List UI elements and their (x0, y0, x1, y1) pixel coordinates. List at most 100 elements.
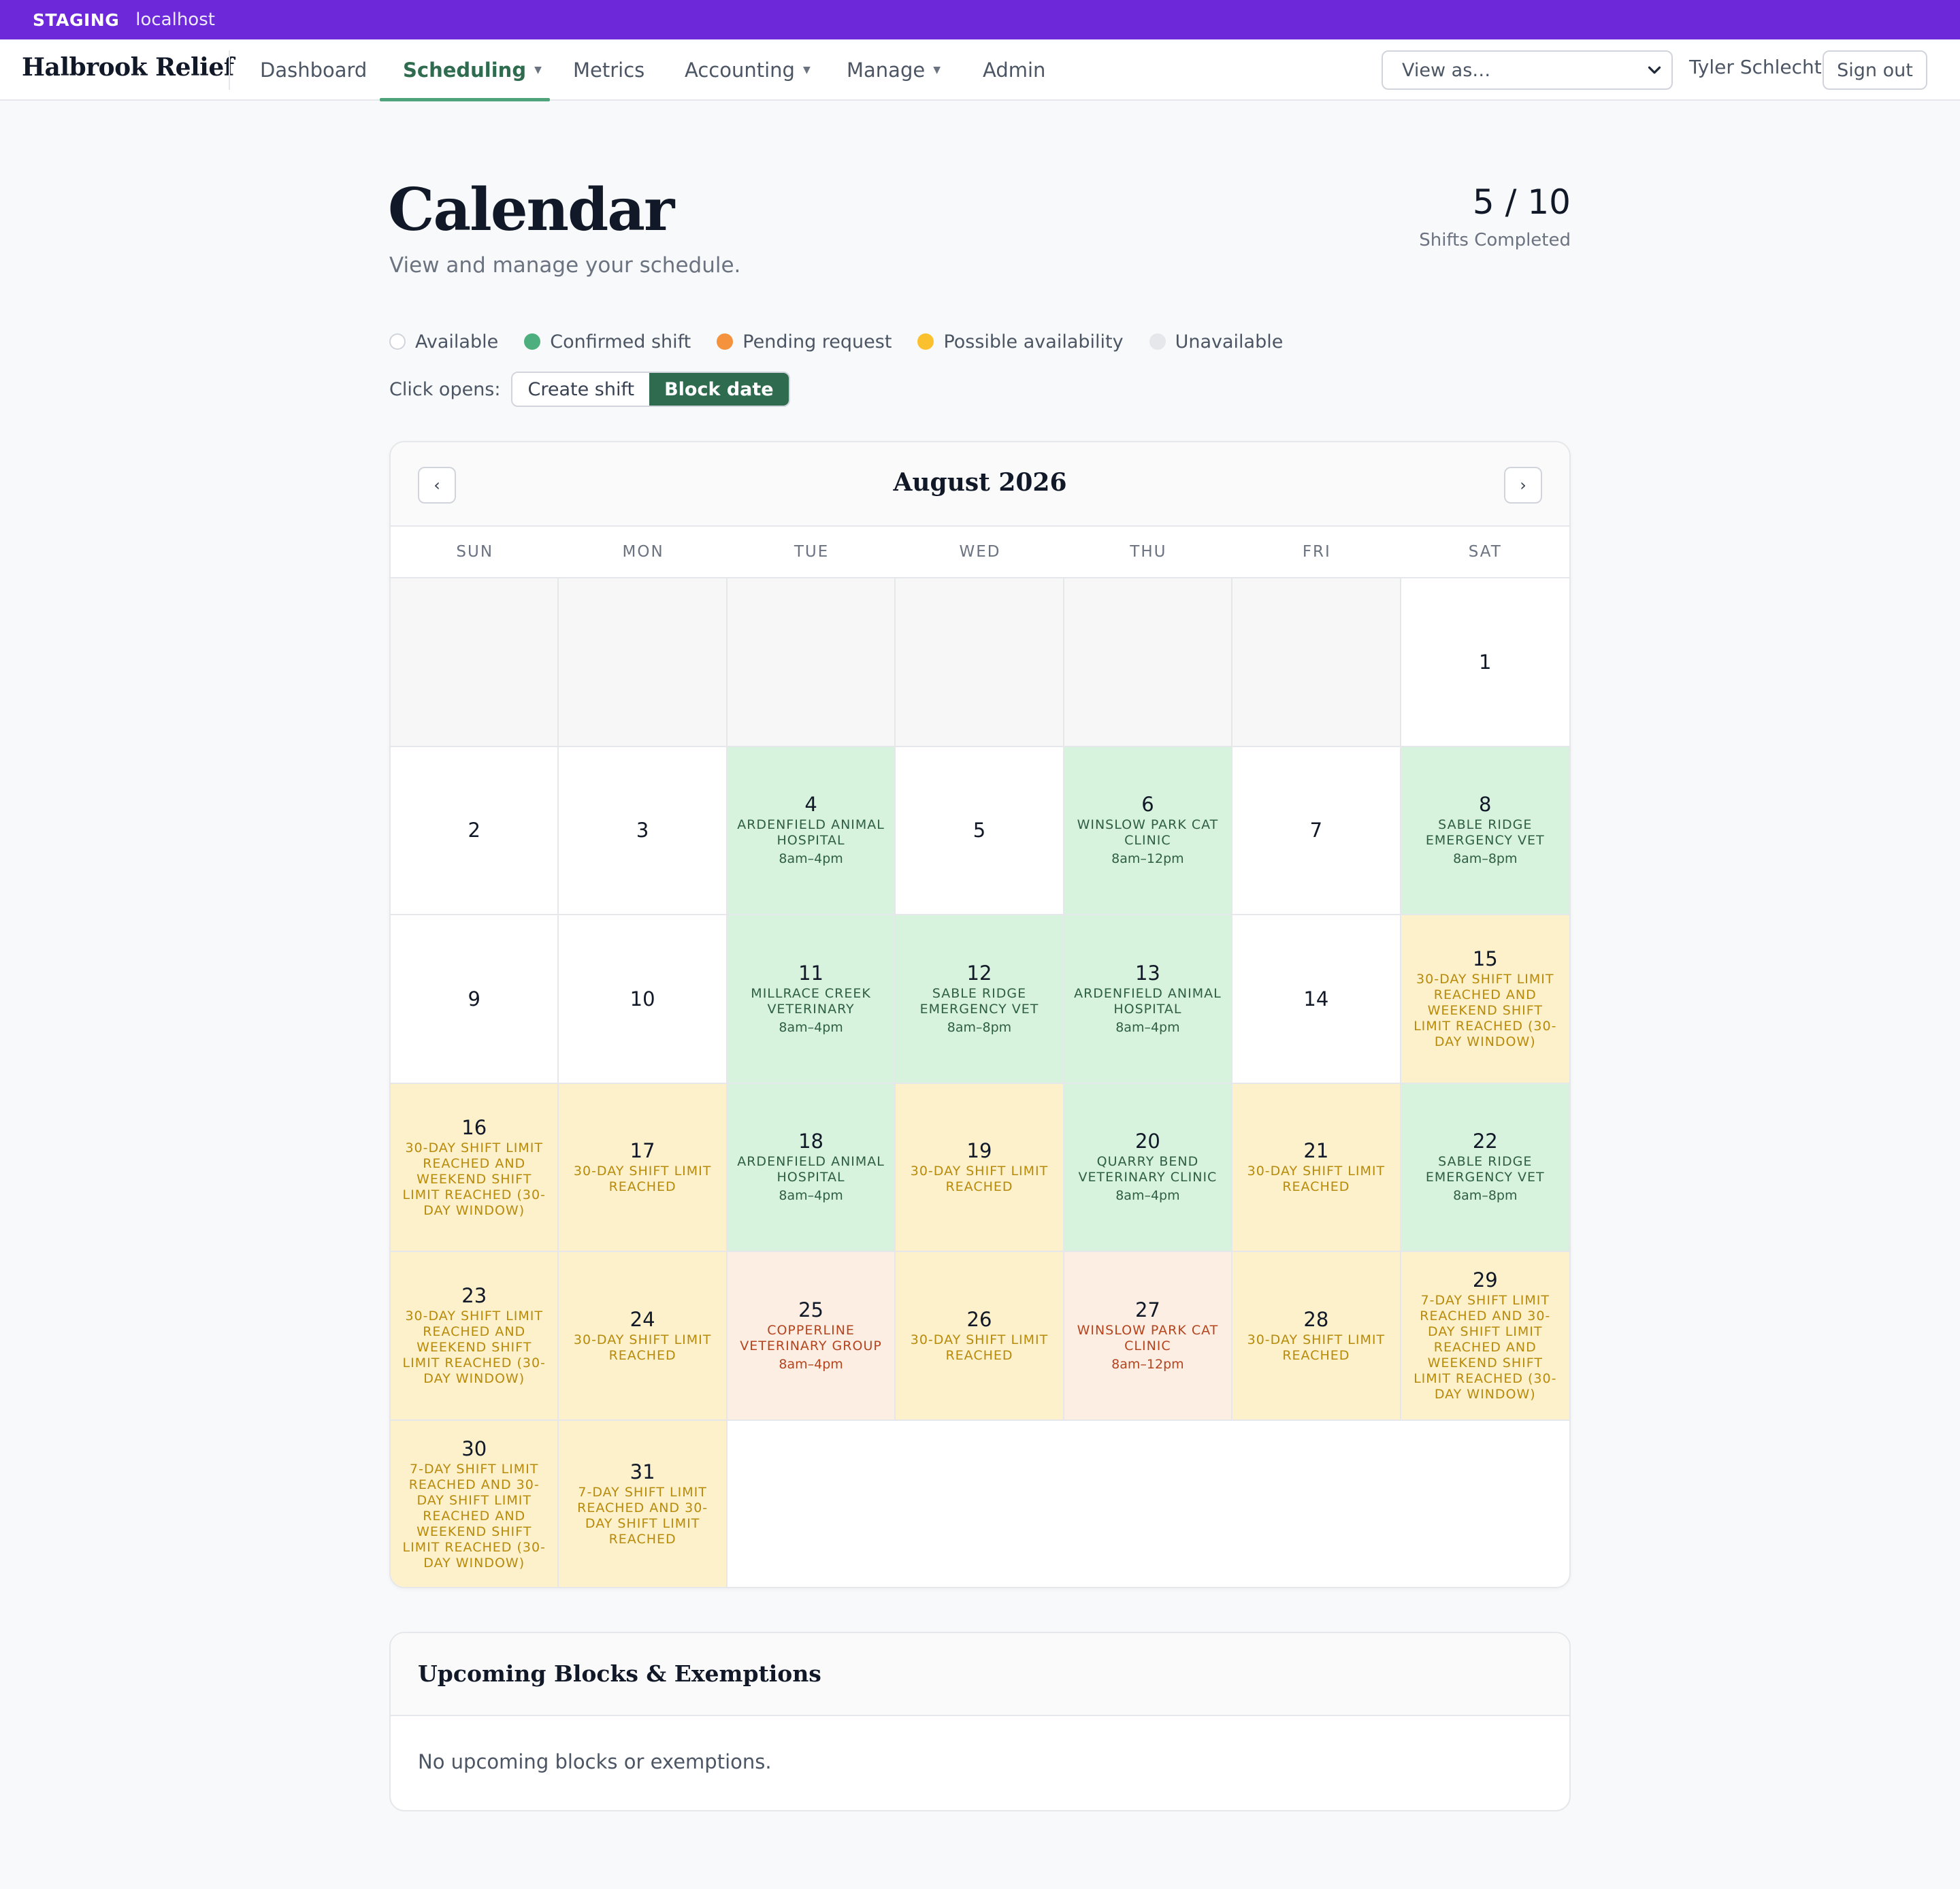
sign-out-button[interactable]: Sign out (1823, 50, 1927, 90)
day-number: 14 (1303, 987, 1329, 1011)
shift-limit-note: 30-DAY SHIFT LIMIT REACHED (573, 1332, 712, 1363)
legend-item-pending-request: Pending request (717, 331, 892, 352)
shift-clinic-name: MILLRACE CREEK VETERINARY (751, 985, 871, 1017)
day-cell-8[interactable]: 8 SABLE RIDGE EMERGENCY VET 8am–8pm (1401, 746, 1569, 915)
day-number: 2 (468, 819, 480, 842)
day-number: 21 (1303, 1139, 1329, 1163)
day-cell-9[interactable]: 9 (391, 915, 559, 1084)
blank-day-cell (559, 578, 728, 747)
day-cell-29[interactable]: 29 7-DAY SHIFT LIMIT REACHED AND 30-DAY S… (1401, 1252, 1569, 1421)
weekday-thu: THU (1130, 543, 1167, 561)
day-number: 29 (1472, 1268, 1498, 1292)
weekday-tue: TUE (794, 543, 830, 561)
day-cell-4[interactable]: 4 ARDENFIELD ANIMAL HOSPITAL 8am–4pm (727, 746, 896, 915)
top-navbar: Halbrook Relief Dashboard Scheduling ▼ Metr… (0, 39, 1960, 101)
day-cell-15[interactable]: 15 30-DAY SHIFT LIMIT REACHED AND WEEKEND… (1401, 915, 1569, 1084)
day-cell-30[interactable]: 30 7-DAY SHIFT LIMIT REACHED AND 30-DAY S… (391, 1420, 559, 1587)
day-cell-13[interactable]: 13 ARDENFIELD ANIMAL HOSPITAL 8am–4pm (1064, 915, 1233, 1084)
day-cell-19[interactable]: 19 30-DAY SHIFT LIMIT REACHED (896, 1083, 1064, 1252)
day-number: 11 (798, 961, 824, 985)
blocks-card-title: Upcoming Blocks & Exemptions (418, 1660, 821, 1687)
shift-time: 8am–12pm (1111, 851, 1184, 867)
day-number: 3 (636, 819, 649, 842)
day-cell-2[interactable]: 2 (391, 746, 559, 915)
shift-clinic-name: SABLE RIDGE EMERGENCY VET (919, 985, 1039, 1017)
shift-clinic-name: ARDENFIELD ANIMAL HOSPITAL (1074, 985, 1222, 1017)
shift-time: 8am–4pm (779, 1356, 843, 1372)
shift-limit-note: 30-DAY SHIFT LIMIT REACHED AND WEEKEND S… (1414, 972, 1557, 1050)
day-cell-26[interactable]: 26 30-DAY SHIFT LIMIT REACHED (896, 1252, 1064, 1421)
day-number: 7 (1309, 819, 1323, 842)
day-cell-20[interactable]: 20 QUARRY BEND VETERINARY CLINIC 8am–4pm (1064, 1083, 1233, 1252)
next-month-button[interactable]: › (1504, 467, 1542, 504)
day-cell-7[interactable]: 7 (1232, 746, 1401, 915)
day-cell-1[interactable]: 1 (1401, 578, 1569, 747)
active-tab-underline (380, 98, 550, 101)
nav-tab-manage[interactable]: Manage ▼ (847, 39, 941, 101)
shift-time: 8am–4pm (779, 1188, 843, 1204)
day-cell-24[interactable]: 24 30-DAY SHIFT LIMIT REACHED (559, 1252, 728, 1421)
nav-tab-accounting[interactable]: Accounting ▼ (685, 39, 811, 101)
legend-dot-icon (1149, 333, 1166, 350)
calendar-card: ‹ August 2026 › SUN MON TUE WED THU FRI SAT 12… (389, 441, 1571, 1588)
blank-day-cell (896, 578, 1064, 747)
blocks-exemptions-card: Upcoming Blocks & Exemptions No upcoming… (389, 1632, 1571, 1811)
click-opens-toggle: Create shift Block date (511, 372, 790, 407)
day-cell-25[interactable]: 25 COPPERLINE VETERINARY GROUP 8am–4pm (727, 1252, 896, 1421)
day-number: 5 (973, 819, 986, 842)
current-user-name: Tyler Schlecht (1689, 56, 1822, 78)
legend-item-unavailable: Unavailable (1149, 331, 1284, 352)
day-cell-11[interactable]: 11 MILLRACE CREEK VETERINARY 8am–4pm (727, 915, 896, 1084)
view-as-select[interactable]: View as… (1382, 50, 1673, 90)
nav-tab-scheduling[interactable]: Scheduling ▼ (403, 39, 542, 101)
nav-tab-dashboard[interactable]: Dashboard (260, 39, 367, 101)
day-cell-21[interactable]: 21 30-DAY SHIFT LIMIT REACHED (1232, 1083, 1401, 1252)
weekday-wed: WED (959, 543, 1001, 561)
day-cell-17[interactable]: 17 30-DAY SHIFT LIMIT REACHED (559, 1083, 728, 1252)
shift-limit-note: 30-DAY SHIFT LIMIT REACHED AND WEEKEND S… (402, 1309, 546, 1387)
blocks-empty-message: No upcoming blocks or exemptions. (418, 1750, 772, 1773)
day-cell-6[interactable]: 6 WINSLOW PARK CAT CLINIC 8am–12pm (1064, 746, 1233, 915)
day-number: 12 (966, 961, 992, 985)
day-number: 4 (804, 793, 817, 817)
shift-clinic-name: QUARRY BEND VETERINARY CLINIC (1078, 1154, 1218, 1185)
shifts-completed-label: Shifts Completed (1419, 230, 1571, 250)
create-shift-option[interactable]: Create shift (512, 373, 650, 406)
nav-tab-label: Dashboard (260, 59, 368, 82)
staging-banner: STAGING localhost (0, 0, 1960, 39)
day-cell-28[interactable]: 28 30-DAY SHIFT LIMIT REACHED (1232, 1252, 1401, 1421)
legend-dot-icon (389, 333, 406, 350)
click-opens-control: Click opens: Create shift Block date (389, 372, 790, 407)
day-cell-3[interactable]: 3 (559, 746, 728, 915)
day-cell-27[interactable]: 27 WINSLOW PARK CAT CLINIC 8am–12pm (1064, 1252, 1233, 1421)
nav-tab-metrics[interactable]: Metrics (573, 39, 644, 101)
brand-logo[interactable]: Halbrook Relief (22, 53, 234, 82)
chevron-down-icon (1644, 60, 1665, 85)
block-date-option[interactable]: Block date (649, 373, 789, 406)
blank-day-cell (1064, 578, 1233, 747)
day-cell-10[interactable]: 10 (559, 915, 728, 1084)
shift-clinic-name: ARDENFIELD ANIMAL HOSPITAL (737, 1154, 885, 1185)
day-cell-16[interactable]: 16 30-DAY SHIFT LIMIT REACHED AND WEEKEND… (391, 1083, 559, 1252)
day-cell-5[interactable]: 5 (896, 746, 1064, 915)
legend-label: Unavailable (1175, 331, 1284, 352)
shift-limit-note: 7-DAY SHIFT LIMIT REACHED AND 30-DAY SHI… (577, 1485, 708, 1547)
nav-tab-label: Admin (983, 59, 1046, 82)
day-cell-18[interactable]: 18 ARDENFIELD ANIMAL HOSPITAL 8am–4pm (727, 1083, 896, 1252)
day-cell-22[interactable]: 22 SABLE RIDGE EMERGENCY VET 8am–8pm (1401, 1083, 1569, 1252)
legend-item-confirmed-shift: Confirmed shift (524, 331, 691, 352)
nav-tab-label: Metrics (573, 59, 645, 82)
day-cell-14[interactable]: 14 (1232, 915, 1401, 1084)
day-cell-12[interactable]: 12 SABLE RIDGE EMERGENCY VET 8am–8pm (896, 915, 1064, 1084)
caret-down-icon: ▼ (933, 65, 941, 76)
day-cell-23[interactable]: 23 30-DAY SHIFT LIMIT REACHED AND WEEKEND… (391, 1252, 559, 1421)
day-cell-31[interactable]: 31 7-DAY SHIFT LIMIT REACHED AND 30-DAY S… (559, 1420, 728, 1587)
nav-tab-admin[interactable]: Admin (983, 39, 1045, 101)
shift-clinic-name: SABLE RIDGE EMERGENCY VET (1425, 1154, 1545, 1185)
day-number: 8 (1479, 793, 1492, 817)
calendar-grid: 1 2 3 4 ARDENFIELD ANIMAL HOSPITAL 8am–4pm 5 6 W… (391, 578, 1569, 1587)
shift-time: 8am–8pm (1453, 851, 1518, 867)
shift-clinic-name: WINSLOW PARK CAT CLINIC (1077, 817, 1219, 849)
day-number: 10 (630, 987, 655, 1011)
day-number: 9 (468, 987, 480, 1011)
